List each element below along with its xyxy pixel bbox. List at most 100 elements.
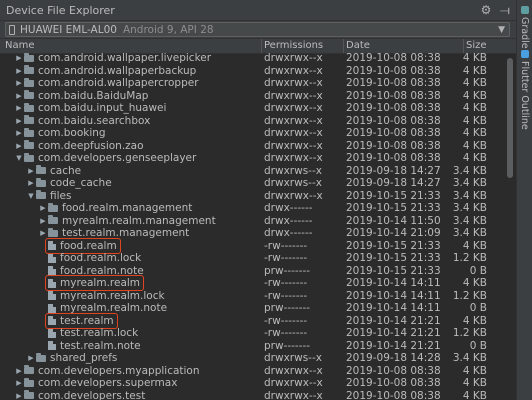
date-cell: 2019-10-08 08:38 <box>346 127 441 139</box>
column-header-permissions[interactable]: Permissions <box>264 40 323 51</box>
tree-row-file[interactable]: myrealm.realm.lock -rw------- 2019-10-14 1… <box>0 290 516 302</box>
name-cell: food.realm.lock <box>38 252 141 264</box>
tree-row-file[interactable]: test.realm.lock -rw------- 2019-10-14 21:2… <box>0 327 516 339</box>
name-cell: ▶ com.baidu.BaiduMap <box>14 90 148 102</box>
minimize-icon[interactable]: ⟞ <box>497 2 513 18</box>
date-cell: 2019-10-08 08:38 <box>346 364 441 377</box>
tree-row-folder[interactable]: ▼ files drwxrwx--x 2019-10-15 21:33 3.4 KB <box>0 190 516 202</box>
tree-row-folder[interactable]: ▼ com.developers.genseeplayer drwxrwx--x 20… <box>0 152 516 164</box>
tree-row-folder[interactable]: ▶ com.developers.myapplication drwxrwx--x 2… <box>0 365 516 377</box>
column-divider[interactable] <box>261 39 262 53</box>
size-cell: 3.4 KB <box>452 352 487 364</box>
tree-row-folder[interactable]: ▶ com.baidu.searchbox drwxrwx--x 2019-10-08… <box>0 115 516 127</box>
collapsed-arrow-icon[interactable]: ▶ <box>14 390 24 400</box>
size-cell: 3.4 KB <box>452 189 487 202</box>
tree-row-file[interactable]: myrealm.realm -rw------- 2019-10-14 14:11 4… <box>0 275 516 291</box>
collapsed-arrow-icon[interactable]: ▶ <box>26 352 36 364</box>
size-cell: 3.4 KB <box>452 202 487 214</box>
name-cell: ▶ com.baidu.input_huawei <box>14 102 166 114</box>
gradle-tab[interactable]: Gradle <box>519 6 530 49</box>
collapsed-arrow-icon[interactable]: ▶ <box>14 77 24 89</box>
date-cell: 2019-10-14 14:11 <box>346 289 441 302</box>
collapsed-arrow-icon[interactable]: ▶ <box>14 127 24 139</box>
folder-icon <box>24 90 34 99</box>
tree-row-folder[interactable]: ▶ com.baidu.BaiduMap drwxrwx--x 2019-10-08 … <box>0 90 516 102</box>
tree-row-folder[interactable]: ▶ com.android.wallpaper.livepicker drwxrwx… <box>0 52 516 64</box>
column-header-name[interactable]: Name <box>5 40 35 51</box>
size-cell: 4 KB <box>462 239 487 252</box>
date-cell: 2019-10-08 08:38 <box>346 64 441 77</box>
date-cell: 2019-10-08 08:38 <box>346 89 441 102</box>
tree-row-folder[interactable]: ▶ com.developers.supermax drwxrwx--x 2019-1… <box>0 377 516 389</box>
expanded-arrow-icon[interactable]: ▼ <box>26 190 36 202</box>
tree-row-folder[interactable]: ▶ code_cache drwxrws--x 2019-09-18 14:27 3.4… <box>0 177 516 189</box>
collapsed-arrow-icon[interactable]: ▶ <box>14 115 24 127</box>
collapsed-arrow-icon[interactable]: ▶ <box>38 202 48 214</box>
tree-row-folder[interactable]: ▶ shared_prefs drwxrws--x 2019-09-18 14:28 3… <box>0 352 516 364</box>
collapsed-arrow-icon[interactable]: ▶ <box>14 102 24 114</box>
tree-row-folder[interactable]: ▶ com.booking drwxrwx--x 2019-10-08 08:38 4 … <box>0 127 516 139</box>
folder-icon <box>24 127 34 137</box>
permissions-cell: drwxrwx--x <box>264 89 323 102</box>
tree-row-folder[interactable]: ▶ cache drwxrws--x 2019-09-18 14:27 3.4 KB <box>0 165 516 177</box>
column-divider[interactable] <box>463 39 464 53</box>
collapsed-arrow-icon[interactable]: ▶ <box>26 165 36 177</box>
file-name: test.realm.note <box>60 339 141 352</box>
tree-row-folder[interactable]: ▶ myrealm.realm.management drwx------ 2019-… <box>0 215 516 227</box>
tree-row-folder[interactable]: ▶ com.android.wallpapercropper drwxrwx--x 2… <box>0 77 516 89</box>
file-name: com.baidu.input_huawei <box>38 102 167 114</box>
name-cell: myrealm.realm.lock <box>38 290 165 302</box>
permissions-cell: -rw------- <box>264 314 308 327</box>
folder-icon <box>24 77 34 87</box>
date-cell: 2019-10-14 11:50 <box>346 214 441 227</box>
size-cell: 4 KB <box>462 64 487 77</box>
column-divider[interactable] <box>343 39 344 53</box>
device-name: HUAWEI EML-AL00 <box>20 23 117 36</box>
file-icon <box>48 291 56 300</box>
flutter-outline-tab-label: Flutter Outline <box>519 61 530 130</box>
name-cell: ▶ com.android.wallpaperbackup <box>14 65 196 77</box>
collapsed-arrow-icon[interactable]: ▶ <box>14 65 24 77</box>
date-cell: 2019-09-18 14:28 <box>346 352 441 364</box>
tree-row-folder[interactable]: ▶ food.realm.management drwx------ 2019-10-… <box>0 202 516 214</box>
file-icon <box>48 328 56 338</box>
name-cell: ▶ com.developers.test <box>14 390 145 400</box>
name-cell: ▶ com.baidu.searchbox <box>14 115 150 127</box>
folder-icon <box>36 190 46 199</box>
collapsed-arrow-icon[interactable]: ▶ <box>14 365 24 377</box>
permissions-cell: -rw------- <box>264 327 308 339</box>
tree-row-folder[interactable]: ▶ com.developers.test drwxrwx--x 2019-10-08… <box>0 390 516 400</box>
folder-icon <box>24 390 34 399</box>
tree-row-folder[interactable]: ▶ com.android.wallpaperbackup drwxrwx--x 20… <box>0 65 516 77</box>
collapsed-arrow-icon[interactable]: ▶ <box>14 52 24 64</box>
size-cell: 4 KB <box>462 89 487 102</box>
tree-row-file[interactable]: food.realm -rw------- 2019-10-15 21:33 4 KB <box>0 237 516 254</box>
scrollbar-thumb[interactable] <box>507 58 513 178</box>
expanded-arrow-icon[interactable]: ▼ <box>14 152 24 164</box>
tree-row-folder[interactable]: ▶ com.baidu.input_huawei drwxrwx--x 2019-10… <box>0 102 516 114</box>
tree-row-folder[interactable]: ▶ com.deepfusion.zao drwxrwx--x 2019-10-08 … <box>0 140 516 152</box>
collapsed-arrow-icon[interactable]: ▶ <box>14 377 24 389</box>
tree-row-file[interactable]: food.realm.lock -rw------- 2019-10-15 21:3… <box>0 252 516 264</box>
collapsed-arrow-icon[interactable]: ▶ <box>26 177 36 189</box>
size-cell: 4 KB <box>462 114 487 127</box>
tree-row-file[interactable]: test.realm.note prw------- 2019-10-14 21:2… <box>0 340 516 352</box>
collapsed-arrow-icon[interactable]: ▶ <box>38 215 48 227</box>
file-name: com.developers.myapplication <box>38 364 200 377</box>
permissions-cell: drwxrws--x <box>264 177 322 189</box>
column-header-date[interactable]: Date <box>346 40 370 51</box>
date-cell: 2019-10-08 08:38 <box>346 152 441 164</box>
collapsed-arrow-icon[interactable]: ▶ <box>14 140 24 152</box>
flutter-outline-tab[interactable]: Flutter Outline <box>519 50 530 130</box>
vertical-scrollbar[interactable] <box>507 52 513 400</box>
size-cell: 4 KB <box>462 277 487 289</box>
gear-icon[interactable]: ⚙ <box>478 2 494 18</box>
file-name: com.booking <box>38 127 106 139</box>
collapsed-arrow-icon[interactable]: ▶ <box>14 90 24 102</box>
size-cell: 4 KB <box>462 314 487 327</box>
size-cell: 3.4 KB <box>452 164 487 177</box>
file-name: com.developers.test <box>38 389 146 400</box>
device-selector[interactable]: HUAWEI EML-AL00 Android 9, API 28 ▼ <box>5 22 510 37</box>
column-header-size[interactable]: Size <box>466 40 487 51</box>
tree-row-file[interactable]: test.realm -rw------- 2019-10-14 21:21 4 KB <box>0 312 516 329</box>
